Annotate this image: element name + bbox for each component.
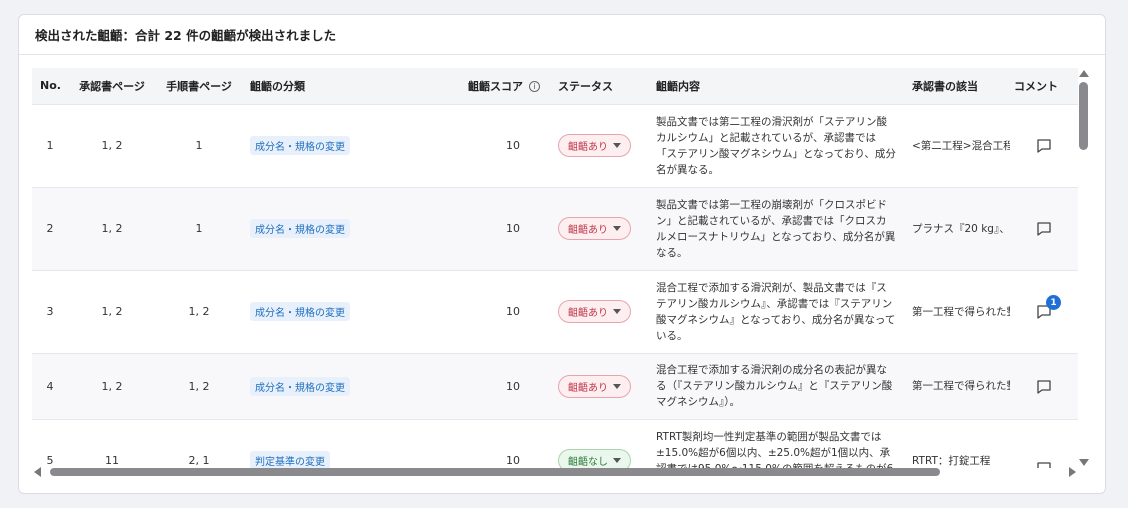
chevron-down-icon xyxy=(613,226,621,231)
comment-column: コメント 1 xyxy=(1010,68,1078,468)
chevron-down-icon xyxy=(613,458,621,464)
status-dropdown[interactable]: 齟齬あり xyxy=(558,374,631,398)
comment-cell xyxy=(1010,187,1078,270)
discrepancy-content: 混合工程で添加する滑沢剤が、製品文書では『ステアリン酸カルシウム』、承認書では『… xyxy=(656,281,896,342)
col-status[interactable]: ステータス xyxy=(550,68,646,104)
row-score: 10 xyxy=(422,352,550,419)
row-content-cell: 製品文書では第二工程の滑沢剤が「ステアリン酸カルシウム」と記載されているが、承認… xyxy=(646,103,904,187)
status-label: 齟齬あり xyxy=(568,308,608,319)
col-comment[interactable]: コメント xyxy=(1010,68,1078,104)
status-dropdown[interactable]: 齟齬あり xyxy=(558,134,631,157)
discrepancy-content: 混合工程で添加する滑沢剤の成分名の表記が異なる（『ステアリン酸カルシウム』と『ス… xyxy=(656,364,893,408)
category-badge: 成分名・規格の変更 xyxy=(250,376,350,396)
table-row[interactable]: 3 1, 2 1, 2 成分名・規格の変更 10 齟齬あり 混合工程で添加する滑… xyxy=(32,269,1078,353)
row-no: 1 xyxy=(32,103,68,187)
status-dropdown[interactable]: 齟齬あり xyxy=(558,300,631,323)
status-dropdown[interactable]: 齟齬あり xyxy=(558,217,631,240)
comment-cell: 1 xyxy=(1010,270,1078,353)
table-row[interactable]: 5 11 2, 1 判定基準の変更 10 齟齬なし RTRT製剤均一性判定基準の… xyxy=(32,418,1078,468)
row-score: 10 xyxy=(422,103,550,187)
col-score-label: 齟齬スコア xyxy=(468,79,523,93)
scroll-right-icon[interactable] xyxy=(1069,467,1076,477)
chevron-down-icon xyxy=(613,143,621,148)
row-score: 10 xyxy=(422,269,550,353)
row-procedure-page: 1, 2 xyxy=(156,269,242,353)
discrepancy-content: 製品文書では第二工程の滑沢剤が「ステアリン酸カルシウム」と記載されているが、承認… xyxy=(656,115,896,176)
category-badge: 成分名・規格の変更 xyxy=(250,136,350,155)
col-no[interactable]: No. xyxy=(32,68,68,104)
row-approval-page: 1, 2 xyxy=(68,352,156,419)
row-status-cell: 齟齬あり xyxy=(550,352,646,419)
discrepancy-content: 製品文書では第一工程の崩壊剤が「クロスポビドン」と記載されているが、承認書では「… xyxy=(656,198,896,259)
row-category-cell: 成分名・規格の変更 xyxy=(242,103,422,187)
category-badge: 成分名・規格の変更 xyxy=(250,302,350,321)
comment-cell xyxy=(1010,419,1078,468)
table-row[interactable]: 1 1, 2 1 成分名・規格の変更 10 齟齬あり 製品文書では第二工程の滑沢… xyxy=(32,103,1078,187)
row-status-cell: 齟齬なし xyxy=(550,418,646,468)
col-score[interactable]: 齟齬スコア i xyxy=(422,68,550,104)
status-label: 齟齬あり xyxy=(568,225,608,236)
row-approval-page: 1, 2 xyxy=(68,186,156,270)
discrepancy-content: RTRT製剤均一性判定基準の範囲が製品文書では±15.0%超が6個以内、±25.… xyxy=(656,430,893,468)
chevron-down-icon xyxy=(613,383,621,389)
comment-count-badge: 1 xyxy=(1046,295,1061,310)
comment-cell xyxy=(1010,353,1078,419)
row-approval-page: 1, 2 xyxy=(68,103,156,187)
row-no: 2 xyxy=(32,186,68,270)
row-category-cell: 成分名・規格の変更 xyxy=(242,186,422,270)
row-approval-page: 1, 2 xyxy=(68,269,156,353)
panel-title: 検出された齟齬：合計 22 件の齟齬が検出されました xyxy=(19,15,1105,55)
comment-icon[interactable] xyxy=(1035,220,1053,238)
horizontal-scroll-thumb[interactable] xyxy=(50,468,940,476)
col-content[interactable]: 齟齬内容 xyxy=(646,68,904,104)
row-approval-page: 11 xyxy=(68,418,156,468)
row-procedure-page: 1 xyxy=(156,186,242,270)
row-content-cell: 混合工程で添加する滑沢剤が、製品文書では『ステアリン酸カルシウム』、承認書では『… xyxy=(646,269,904,353)
info-icon[interactable]: i xyxy=(529,81,540,93)
category-badge: 成分名・規格の変更 xyxy=(250,219,350,238)
col-category[interactable]: 齟齬の分類 xyxy=(242,68,422,104)
row-procedure-page: 2, 1 xyxy=(156,418,242,468)
comment-icon[interactable] xyxy=(1035,378,1053,396)
scroll-up-icon[interactable] xyxy=(1079,70,1089,77)
row-score: 10 xyxy=(422,186,550,270)
row-no: 4 xyxy=(32,352,68,419)
row-procedure-page: 1 xyxy=(156,103,242,187)
row-category-cell: 成分名・規格の変更 xyxy=(242,269,422,353)
row-no: 3 xyxy=(32,269,68,353)
row-score: 10 xyxy=(422,418,550,468)
scroll-left-icon[interactable] xyxy=(34,467,41,477)
comment-icon[interactable] xyxy=(1035,137,1053,155)
chevron-down-icon xyxy=(613,309,621,314)
vertical-scroll-thumb[interactable] xyxy=(1079,82,1088,150)
row-category-cell: 成分名・規格の変更 xyxy=(242,352,422,419)
row-content-cell: RTRT製剤均一性判定基準の範囲が製品文書では±15.0%超が6個以内、±25.… xyxy=(646,418,904,468)
table-header-row: No. 承認書ページ 手順書ページ 齟齬の分類 齟齬スコア i ステータス 齟齬内… xyxy=(32,68,1078,104)
table-viewport: No. 承認書ページ 手順書ページ 齟齬の分類 齟齬スコア i ステータス 齟齬内… xyxy=(32,68,1078,468)
status-label: 齟齬あり xyxy=(568,382,608,394)
row-procedure-page: 1, 2 xyxy=(156,352,242,419)
row-content-cell: 製品文書では第一工程の崩壊剤が「クロスポビドン」と記載されているが、承認書では「… xyxy=(646,186,904,270)
row-status-cell: 齟齬あり xyxy=(550,269,646,353)
col-procedure-page[interactable]: 手順書ページ xyxy=(156,68,242,104)
row-status-cell: 齟齬あり xyxy=(550,186,646,270)
row-no: 5 xyxy=(32,418,68,468)
row-content-cell: 混合工程で添加する滑沢剤の成分名の表記が異なる（『ステアリン酸カルシウム』と『ス… xyxy=(646,352,904,419)
table-row[interactable]: 4 1, 2 1, 2 成分名・規格の変更 10 齟齬あり 混合工程で添加する滑… xyxy=(32,352,1078,419)
status-label: 齟齬あり xyxy=(568,142,608,153)
table-row[interactable]: 2 1, 2 1 成分名・規格の変更 10 齟齬あり 製品文書では第一工程の崩壊… xyxy=(32,186,1078,270)
row-category-cell: 判定基準の変更 xyxy=(242,418,422,468)
discrepancy-table: No. 承認書ページ 手順書ページ 齟齬の分類 齟齬スコア i ステータス 齟齬内… xyxy=(32,68,1078,468)
scroll-down-icon[interactable] xyxy=(1079,459,1089,466)
col-approval-page[interactable]: 承認書ページ xyxy=(68,68,156,104)
vertical-scrollbar[interactable] xyxy=(1076,68,1092,466)
comment-cell xyxy=(1010,104,1078,187)
row-status-cell: 齟齬あり xyxy=(550,103,646,187)
horizontal-scrollbar[interactable] xyxy=(32,465,1078,479)
